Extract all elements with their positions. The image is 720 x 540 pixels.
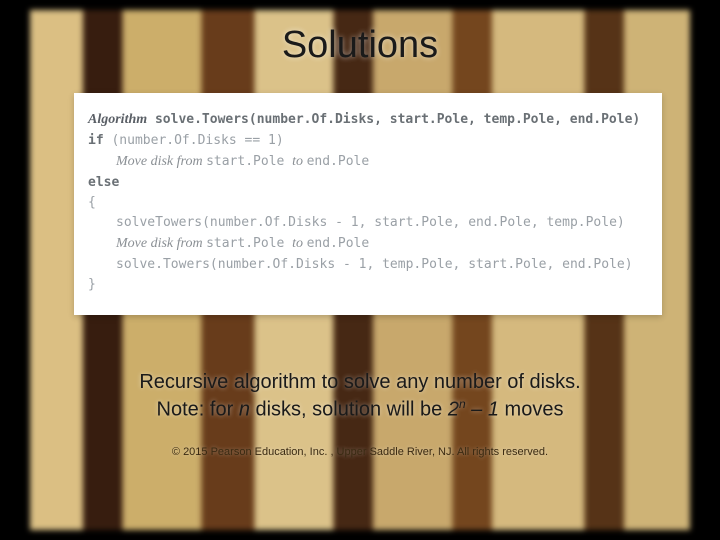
move-action-2: Move disk from	[116, 236, 206, 251]
recursive-call-2: solve.Towers(number.Of.Disks - 1, temp.P…	[116, 257, 633, 272]
keyword-if: if	[88, 133, 104, 148]
code-line-2: if (number.Of.Disks == 1)	[88, 131, 648, 151]
caption-block: Recursive algorithm to solve any number …	[30, 369, 690, 424]
code-line-1: Algorithm solve.Towers(number.Of.Disks, …	[88, 109, 648, 131]
code-line-9: }	[88, 275, 648, 295]
cap-a: Note: for	[157, 399, 239, 421]
cap-c: disks, solution will be	[250, 399, 448, 421]
cap-f: moves	[499, 399, 563, 421]
algorithm-signature: solve.Towers(number.Of.Disks, start.Pole…	[147, 112, 640, 127]
brace-close: }	[88, 277, 96, 292]
cap-e: – 1	[466, 399, 499, 421]
move-from-2: start.Pole	[206, 236, 292, 251]
caption-line-1: Recursive algorithm to solve any number …	[30, 369, 690, 396]
code-line-8: solve.Towers(number.Of.Disks - 1, temp.P…	[88, 255, 648, 275]
keyword-else: else	[88, 175, 119, 190]
if-condition: (number.Of.Disks == 1)	[104, 133, 284, 148]
slide-title: Solutions	[30, 24, 690, 67]
slide-outer: Solutions Algorithm solve.Towers(number.…	[0, 0, 720, 540]
algorithm-code-box: Algorithm solve.Towers(number.Of.Disks, …	[74, 93, 662, 315]
code-line-7: Move disk from start.Pole to end.Pole	[88, 233, 648, 255]
cap-sup: n	[459, 397, 466, 411]
move-to-kw-2: to	[292, 236, 306, 251]
keyword-algorithm: Algorithm	[88, 112, 147, 127]
code-line-5: {	[88, 193, 648, 213]
move-action: Move disk from	[116, 154, 206, 169]
slide-content: Solutions Algorithm solve.Towers(number.…	[30, 10, 690, 530]
cap-2: 2	[448, 399, 459, 421]
code-line-3: Move disk from start.Pole to end.Pole	[88, 151, 648, 173]
move-from: start.Pole	[206, 154, 292, 169]
copyright-footer: © 2015 Pearson Education, Inc. , Upper S…	[30, 446, 690, 458]
code-line-6: solveTowers(number.Of.Disks - 1, start.P…	[88, 213, 648, 233]
caption-line-2: Note: for n disks, solution will be 2n –…	[30, 396, 690, 424]
recursive-call-1: solveTowers(number.Of.Disks - 1, start.P…	[116, 215, 625, 230]
move-to-2: end.Pole	[307, 236, 370, 251]
cap-n: n	[239, 399, 250, 421]
move-to-kw: to	[292, 154, 306, 169]
code-line-4: else	[88, 173, 648, 193]
brace-open: {	[88, 195, 96, 210]
move-to: end.Pole	[307, 154, 370, 169]
